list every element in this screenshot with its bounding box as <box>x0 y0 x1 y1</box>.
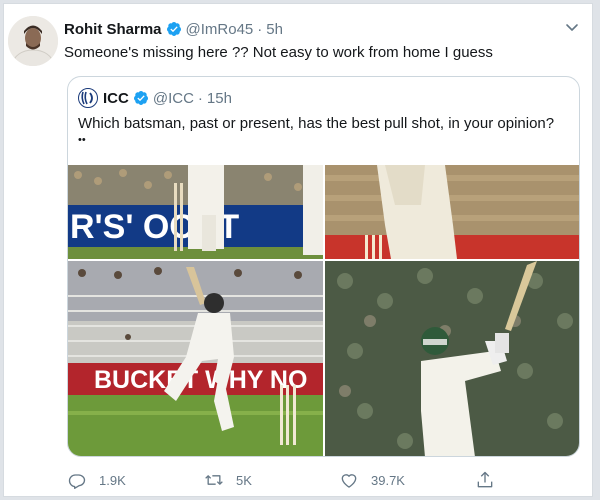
retweet-count: 5K <box>236 472 252 488</box>
author-handle[interactable]: @ImRo45 <box>186 21 254 38</box>
like-count: 39.7K <box>371 472 405 488</box>
quoted-tweet-time[interactable]: 15h <box>207 90 232 107</box>
tweet-actions: 1.9K 5K 39.7K <box>67 468 587 492</box>
tweet-text: Someone's missing here ?? Not easy to wo… <box>64 44 493 61</box>
photo-4[interactable] <box>325 261 579 456</box>
photo-2[interactable] <box>325 165 579 259</box>
verified-icon <box>166 22 181 36</box>
reply-count: 1.9K <box>99 472 126 488</box>
tweet-header: Rohit Sharma @ImRo45 · 5h <box>64 18 283 40</box>
photo-3[interactable]: BUCKET WHY NO <box>68 261 323 456</box>
media-grid: R'S' OOST BUCKET WHY NO <box>68 165 579 456</box>
caret-down-icon[interactable] <box>564 19 580 35</box>
separator-dot: · <box>197 89 203 107</box>
icc-logo-icon[interactable] <box>78 88 98 108</box>
quoted-tweet-header: ICC @ICC · 15h <box>78 87 232 109</box>
share-action[interactable] <box>475 468 495 492</box>
quoted-tweet-extra: •• <box>78 134 86 146</box>
quoted-author-handle[interactable]: @ICC <box>153 90 194 107</box>
tweet-card: Rohit Sharma @ImRo45 · 5h Someone's miss… <box>3 3 593 497</box>
like-action[interactable]: 39.7K <box>339 468 405 492</box>
retweet-action[interactable]: 5K <box>204 468 252 492</box>
quoted-author-name[interactable]: ICC <box>103 90 129 107</box>
share-icon[interactable] <box>475 470 495 490</box>
separator-dot: · <box>257 20 263 38</box>
like-icon[interactable] <box>339 470 359 490</box>
verified-icon <box>133 91 148 105</box>
avatar[interactable] <box>8 16 58 66</box>
quoted-tweet-body: Which batsman, past or present, has the … <box>78 115 555 132</box>
quoted-tweet-text: Which batsman, past or present, has the … <box>78 113 573 146</box>
quoted-tweet[interactable]: ICC @ICC · 15h Which batsman, past or pr… <box>67 76 580 457</box>
reply-action[interactable]: 1.9K <box>67 468 126 492</box>
photo-1[interactable]: R'S' OOST <box>68 165 323 259</box>
reply-icon[interactable] <box>67 470 87 490</box>
retweet-icon[interactable] <box>204 470 224 490</box>
tweet-time[interactable]: 5h <box>266 21 283 38</box>
author-name[interactable]: Rohit Sharma <box>64 21 162 38</box>
photo-3-banner: BUCKET WHY NO <box>94 366 307 394</box>
